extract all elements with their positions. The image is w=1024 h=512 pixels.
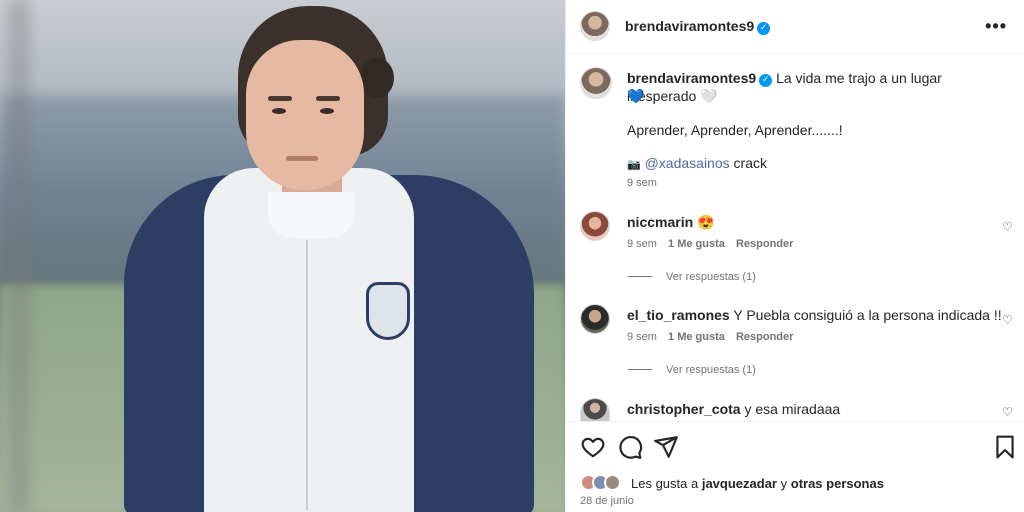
comment-meta: 9 sem 1 Me gusta Responder: [627, 331, 793, 343]
photo-hair-bun: [360, 58, 394, 98]
share-send-icon[interactable]: [653, 434, 679, 460]
replies-divider-line: [628, 276, 652, 277]
comment-time[interactable]: 9 sem: [627, 238, 657, 250]
comment-bubble-icon[interactable]: [617, 434, 643, 460]
photo-eye-right: [320, 108, 334, 114]
caption-credit-text: crack: [733, 155, 767, 171]
comment-text: Y Puebla consiguió a la persona indicada…: [733, 307, 1002, 323]
caption-username[interactable]: brendaviramontes9: [627, 70, 756, 86]
comment-reply-button[interactable]: Responder: [736, 238, 793, 250]
photo-zipper: [306, 240, 308, 510]
likes-others-link[interactable]: otras personas: [791, 476, 884, 491]
comment-body: niccmarin 😍: [627, 213, 714, 231]
comment-meta: 9 sem 1 Me gusta Responder: [627, 238, 793, 250]
replies-divider-line: [628, 369, 652, 370]
liker-avatar: [604, 474, 621, 491]
photo-brow-right: [316, 96, 340, 101]
likes-text: Les gusta a javquezadar y otras personas: [631, 475, 884, 493]
comment-avatar[interactable]: [580, 398, 610, 421]
likes-prefix: Les gusta a: [631, 476, 699, 491]
caption-mention-link[interactable]: @xadasainos: [645, 155, 730, 171]
save-bookmark-icon[interactable]: [992, 434, 1018, 460]
post-actions-bar: Les gusta a javquezadar y otras personas…: [566, 421, 1024, 512]
view-replies-button[interactable]: Ver respuestas (1): [628, 364, 756, 376]
photo-team-crest: [366, 282, 410, 340]
comment-time[interactable]: 9 sem: [627, 331, 657, 343]
comment-body: christopher_cota y esa miradaaa: [627, 400, 840, 418]
likes-conjunction: y: [780, 476, 788, 491]
post-photo[interactable]: [0, 0, 565, 512]
caption-verified-badge-icon: ✓: [759, 74, 773, 87]
comment-avatar[interactable]: [580, 211, 610, 241]
view-replies-label: Ver respuestas (1): [666, 271, 756, 283]
author-username-row: brendaviramontes9 ✓: [625, 18, 771, 36]
post-side-panel: brendaviramontes9 ✓ ••• brendaviramontes9…: [565, 0, 1024, 512]
post-date[interactable]: 28 de junio: [580, 495, 634, 507]
comment-likes-count[interactable]: 1 Me gusta: [668, 238, 725, 250]
photo-face: [246, 40, 364, 190]
photo-mouth: [286, 156, 318, 161]
comment-body: el_tio_ramones Y Puebla consiguió a la p…: [627, 306, 1007, 324]
caption-time[interactable]: 9 sem: [627, 177, 657, 189]
comment-text: 😍: [697, 214, 715, 230]
camera-icon: 📷: [627, 159, 641, 171]
comment-reply-button[interactable]: Responder: [736, 331, 793, 343]
caption-paragraph-2: Aprender, Aprender, Aprender.......!: [627, 122, 843, 138]
caption-first-line: brendaviramontes9 ✓ La vida me trajo a un…: [627, 69, 1007, 105]
photo-person: [120, 0, 540, 512]
author-username[interactable]: brendaviramontes9: [625, 18, 754, 34]
comment-text: y esa miradaaa: [744, 401, 841, 417]
caption-emoji-line: 💙: [627, 88, 645, 104]
view-replies-label: Ver respuestas (1): [666, 364, 756, 376]
more-options-icon[interactable]: •••: [985, 16, 1007, 37]
photo-brow-left: [268, 96, 292, 101]
like-heart-icon[interactable]: [580, 434, 606, 460]
verified-badge-icon: ✓: [757, 22, 771, 35]
caption-credit-line: 📷 @xadasainos crack: [627, 154, 767, 174]
author-avatar[interactable]: [580, 11, 610, 41]
photo-background-pole: [8, 0, 30, 512]
view-replies-button[interactable]: Ver respuestas (1): [628, 271, 756, 283]
comment-like-heart-icon[interactable]: ♡: [1002, 221, 1014, 233]
comment-like-heart-icon[interactable]: ♡: [1002, 314, 1014, 326]
comment-avatar[interactable]: [580, 304, 610, 334]
comment-like-heart-icon[interactable]: ♡: [1002, 406, 1014, 418]
photo-collar: [268, 192, 354, 238]
caption-avatar[interactable]: [580, 67, 612, 99]
comment-likes-count[interactable]: 1 Me gusta: [668, 331, 725, 343]
comment-username[interactable]: christopher_cota: [627, 401, 741, 417]
post-header: brendaviramontes9 ✓ •••: [566, 0, 1024, 54]
comment-username[interactable]: el_tio_ramones: [627, 307, 730, 323]
likes-user-link[interactable]: javquezadar: [702, 476, 777, 491]
comment-username[interactable]: niccmarin: [627, 214, 693, 230]
photo-eye-left: [272, 108, 286, 114]
